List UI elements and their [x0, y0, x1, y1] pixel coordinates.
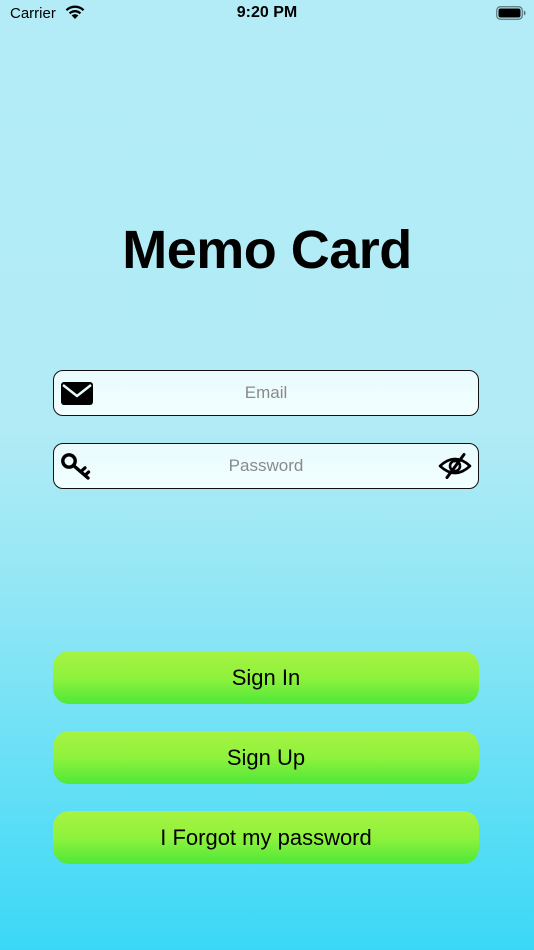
battery-icon [496, 6, 526, 20]
email-input[interactable] [100, 371, 432, 415]
email-field-container [53, 370, 479, 416]
password-field-container [53, 443, 479, 489]
sign-in-button[interactable]: Sign In [53, 651, 479, 704]
sign-up-button[interactable]: Sign Up [53, 731, 479, 784]
login-screen: Carrier 9:20 PM Memo Card Email Sign In … [0, 0, 534, 950]
forgot-password-button[interactable]: I Forgot my password [53, 811, 479, 864]
status-time: 9:20 PM [236, 4, 298, 21]
key-icon [61, 453, 91, 480]
envelope-icon [61, 382, 93, 405]
password-input[interactable] [100, 444, 432, 488]
status-bar: Carrier 9:20 PM [0, 0, 534, 28]
eye-slash-icon[interactable] [438, 453, 472, 479]
app-title: Memo Card [122, 220, 412, 280]
